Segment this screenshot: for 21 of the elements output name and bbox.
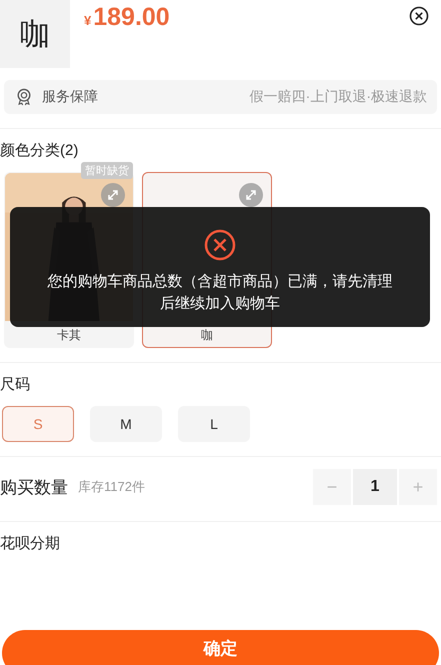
option-label: 卡其 [56, 327, 82, 344]
quantity-value[interactable]: 1 [353, 469, 397, 505]
toast-message: 您的购物车商品总数（含超市商品）已满，请先清理后继续加入购物车 [46, 272, 394, 314]
stock-text: 库存1172件 [78, 478, 145, 496]
section-title: 颜色分类(2) [0, 141, 80, 160]
service-bar[interactable]: 服务保障 假一赔四·上门取退·极速退款 [4, 80, 437, 114]
product-thumbnail: 咖 [0, 0, 70, 68]
expand-icon[interactable] [101, 183, 125, 207]
section-title: 花呗分期 [0, 534, 61, 553]
price: ¥189.00 [84, 3, 170, 32]
section-title: 尺码 [0, 375, 31, 394]
option-label: 咖 [200, 327, 214, 344]
size-option[interactable]: M [90, 406, 162, 442]
service-label: 服务保障 [42, 88, 98, 106]
close-icon[interactable] [409, 6, 429, 26]
service-details: 假一赔四·上门取退·极速退款 [250, 88, 427, 106]
expand-icon[interactable] [239, 183, 263, 207]
quantity-label: 购买数量 [0, 476, 68, 498]
badge-icon [16, 88, 32, 106]
size-option[interactable]: L [178, 406, 250, 442]
error-icon [204, 229, 236, 261]
